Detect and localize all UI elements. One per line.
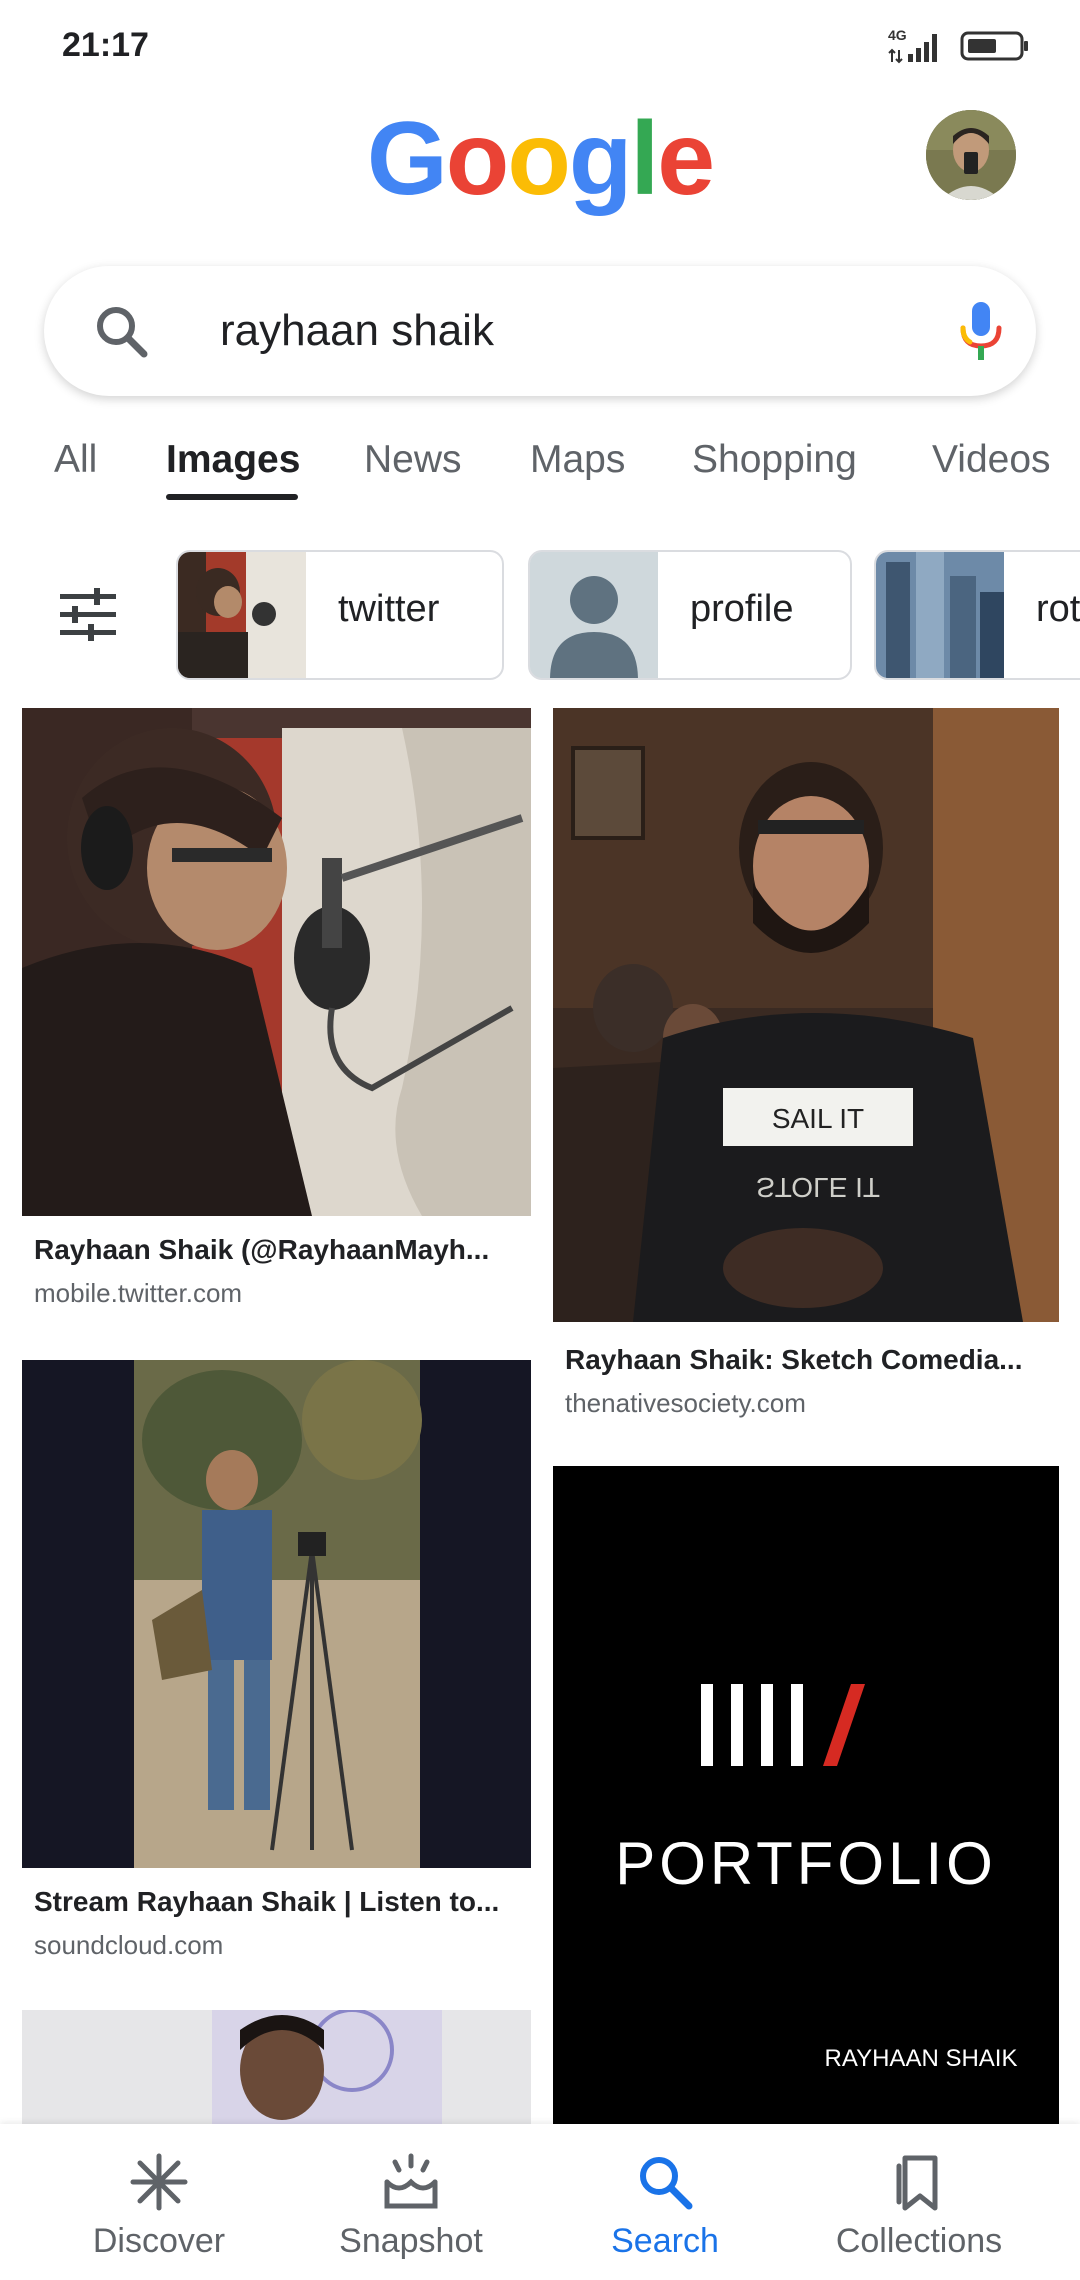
snapshot-icon — [384, 2153, 438, 2209]
tab-all[interactable]: All — [54, 430, 97, 490]
result-title: Rayhaan Shaik: Sketch Comedia... — [565, 1344, 1023, 1375]
tab-images[interactable]: Images — [166, 430, 300, 490]
status-icons: 4G — [888, 28, 1030, 64]
chip-rot[interactable]: rot — [874, 550, 1080, 680]
tab-videos[interactable]: Videos — [932, 430, 1051, 490]
asterisk-icon — [130, 2153, 188, 2211]
bottom-navigation: Discover Snapshot Search Collections — [0, 2124, 1080, 2280]
image-result-card[interactable]: Rayhaan Shaik (@RayhaanMayh... mobile.tw… — [22, 708, 531, 1308]
signal-icon — [888, 34, 937, 64]
result-title: Stream Rayhaan Shaik | Listen to... — [34, 1886, 500, 1917]
chip-label: rot — [1036, 588, 1080, 630]
account-avatar[interactable] — [926, 110, 1016, 200]
result-image — [22, 708, 531, 1216]
bookmark-icon — [896, 2155, 938, 2211]
search-bar[interactable] — [44, 266, 1036, 396]
chip-label: profile — [690, 588, 794, 630]
nav-label: Collections — [835, 2222, 1003, 2260]
active-tab-indicator — [166, 494, 298, 500]
result-image — [22, 2010, 531, 2130]
nav-label: Snapshot — [339, 2222, 483, 2260]
mic-icon[interactable] — [958, 300, 1004, 364]
shirt-text-bottom: STOLE IT — [756, 1172, 880, 1203]
chip-twitter[interactable]: twitter — [176, 550, 504, 680]
result-image — [22, 1360, 531, 1868]
chip-thumbnail — [530, 552, 658, 678]
filter-icon[interactable] — [58, 588, 118, 642]
battery-icon — [960, 31, 1028, 61]
network-indicator: 4G — [888, 28, 946, 64]
tab-maps[interactable]: Maps — [530, 430, 625, 490]
poster-name: RAYHAAN SHAIK — [825, 2045, 1018, 2072]
chip-thumbnail — [178, 552, 306, 678]
search-input[interactable] — [220, 296, 920, 366]
image-result-card[interactable]: PORTFOLIO RAYHAAN SHAIK — [553, 1466, 1059, 2126]
result-image: SAIL IT STOLE IT — [553, 708, 1059, 1322]
image-result-card[interactable] — [22, 2010, 531, 2130]
suggestion-chips: twitter profile rot — [0, 550, 1080, 682]
chip-profile[interactable]: profile — [528, 550, 852, 680]
image-result-card[interactable]: Stream Rayhaan Shaik | Listen to... soun… — [22, 1360, 531, 1960]
result-source: thenativesociety.com — [565, 1388, 806, 1418]
tab-shopping[interactable]: Shopping — [692, 430, 857, 490]
nav-discover[interactable]: Discover — [24, 2124, 294, 2280]
search-icon — [97, 307, 148, 358]
result-source: mobile.twitter.com — [34, 1278, 243, 1308]
nav-search[interactable]: Search — [530, 2124, 800, 2280]
result-source: soundcloud.com — [34, 1930, 224, 1960]
status-bar: 21:17 4G — [0, 0, 1080, 96]
chip-thumbnail — [876, 552, 1004, 678]
google-image-search-page: 21:17 4G Google rayhaan shaik All Images… — [0, 0, 1080, 2280]
result-image: PORTFOLIO RAYHAAN SHAIK — [553, 1466, 1059, 2126]
image-result-card[interactable]: SAIL IT STOLE IT Rayhaan Shaik: Sketch C… — [553, 708, 1059, 1428]
nav-label: Search — [611, 2222, 719, 2260]
nav-label: Discover — [92, 2222, 226, 2260]
nav-snapshot[interactable]: Snapshot — [276, 2124, 546, 2280]
nav-collections[interactable]: Collections — [784, 2124, 1054, 2280]
search-icon — [640, 2157, 693, 2210]
poster-title: PORTFOLIO — [615, 1830, 997, 1897]
result-title: Rayhaan Shaik (@RayhaanMayh... — [34, 1234, 490, 1265]
status-time: 21:17 — [62, 26, 149, 64]
search-type-tabs: All Images News Maps Shopping Videos — [0, 430, 1080, 510]
chip-label: twitter — [338, 588, 440, 630]
tab-news[interactable]: News — [364, 430, 462, 490]
shirt-text-top: SAIL IT — [772, 1103, 864, 1134]
google-logo: Google — [366, 101, 715, 217]
